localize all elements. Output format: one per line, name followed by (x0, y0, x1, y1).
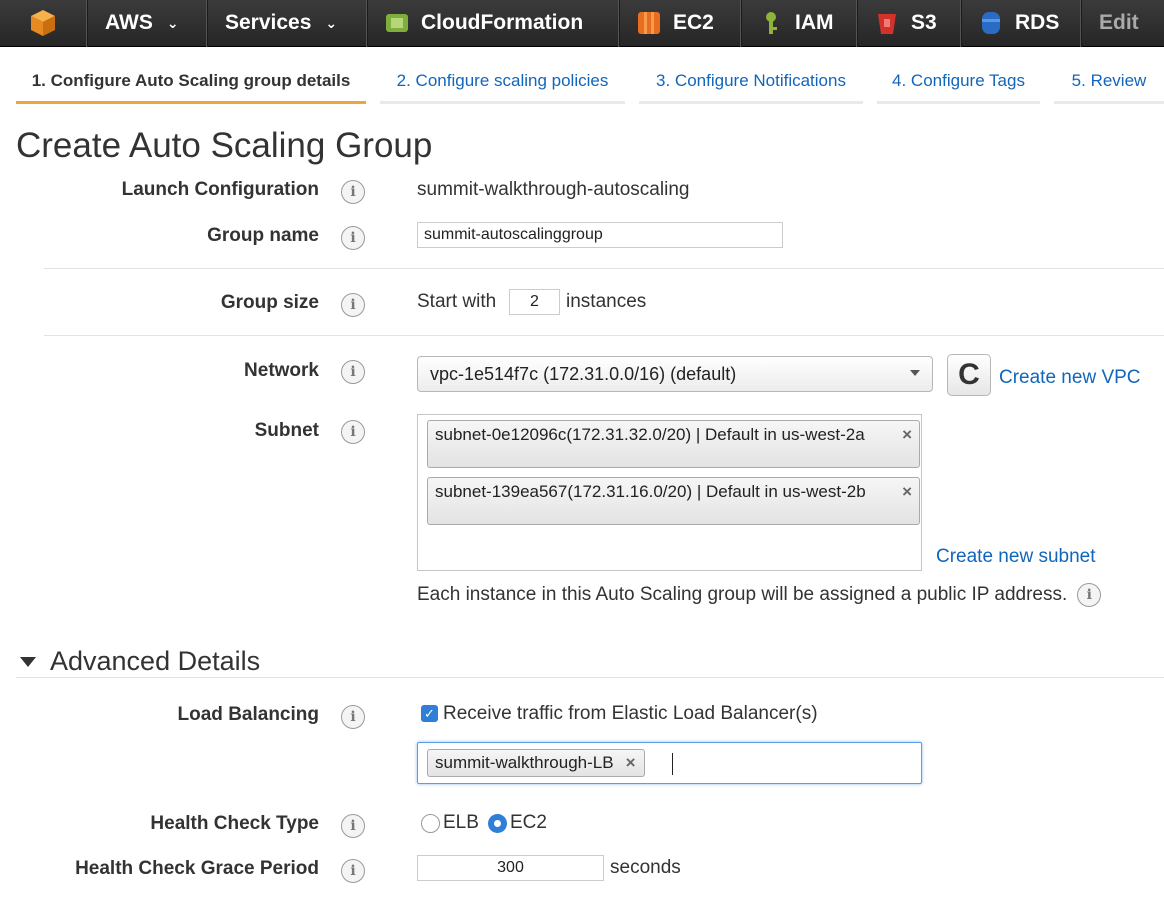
top-nav: AWS ⌄ Services ⌄ CloudFormation EC2 IAM (0, 0, 1164, 47)
network-select[interactable]: vpc-1e514f7c (172.31.0.0/16) (default) (417, 356, 933, 392)
group-size-label: Group size (220, 292, 319, 313)
nav-iam[interactable]: IAM (740, 0, 856, 47)
subnet-label: Subnet (254, 420, 319, 441)
nav-cloudformation[interactable]: CloudFormation (366, 0, 618, 47)
load-balancing-label: Load Balancing (177, 704, 319, 725)
group-size-prefix: Start with (417, 291, 497, 312)
create-new-subnet-link[interactable]: Create new subnet (936, 546, 1096, 568)
wizard-steps: 1. Configure Auto Scaling group details … (0, 60, 1164, 104)
remove-icon[interactable]: × (902, 425, 912, 444)
receive-traffic-checkbox[interactable]: ✓ (421, 705, 438, 722)
public-ip-note-text: Each instance in this Auto Scaling group… (417, 584, 1068, 606)
public-ip-note: Each instance in this Auto Scaling group… (417, 583, 1102, 607)
ec2-icon (638, 12, 660, 34)
subnet-token-label: subnet-0e12096c(172.31.32.0/20) | Defaul… (435, 425, 865, 444)
load-balancer-input[interactable]: summit-walkthrough-LB × (417, 742, 922, 784)
load-balancer-token: summit-walkthrough-LB × (427, 749, 645, 777)
info-icon[interactable]: i (341, 705, 365, 729)
step-notifications[interactable]: 3. Configure Notifications (639, 60, 863, 104)
remove-icon[interactable]: × (626, 753, 636, 773)
remove-icon[interactable]: × (902, 482, 912, 501)
nav-ec2[interactable]: EC2 (618, 0, 740, 47)
network-label: Network (244, 360, 319, 381)
launch-configuration-value: summit-walkthrough-autoscaling (417, 179, 690, 200)
page-title: Create Auto Scaling Group (16, 126, 433, 165)
radio-elb[interactable] (421, 814, 440, 833)
step-scaling-policies[interactable]: 2. Configure scaling policies (380, 60, 625, 104)
s3-label: S3 (911, 11, 937, 34)
grace-period-suffix: seconds (610, 857, 681, 878)
grace-period-input[interactable] (417, 855, 604, 881)
group-name-label: Group name (207, 225, 319, 246)
create-new-vpc-link[interactable]: Create new VPC (999, 367, 1141, 389)
services-menu[interactable]: Services ⌄ (206, 0, 366, 47)
subnet-token: subnet-0e12096c(172.31.32.0/20) | Defaul… (427, 420, 920, 468)
cloudformation-icon (386, 14, 408, 32)
chevron-down-icon: ⌄ (166, 14, 179, 31)
nav-rds[interactable]: RDS (960, 0, 1080, 47)
load-balancer-token-label: summit-walkthrough-LB (435, 753, 614, 772)
info-icon[interactable]: i (1077, 583, 1102, 607)
info-icon[interactable]: i (341, 859, 365, 883)
refresh-button[interactable]: C (947, 354, 991, 396)
iam-label: IAM (795, 11, 834, 34)
account-label: AWS (105, 11, 153, 34)
rds-database-icon (982, 12, 1000, 34)
s3-bucket-icon (878, 14, 896, 34)
nav-edit[interactable]: Edit (1080, 0, 1164, 47)
iam-key-icon (766, 12, 777, 34)
step-review[interactable]: 5. Review (1054, 60, 1164, 104)
radio-ec2-label: EC2 (510, 812, 547, 833)
subnet-multiselect[interactable]: subnet-0e12096c(172.31.32.0/20) | Defaul… (417, 414, 922, 571)
nav-s3[interactable]: S3 (856, 0, 960, 47)
receive-traffic-label: Receive traffic from Elastic Load Balanc… (443, 703, 818, 724)
radio-ec2[interactable] (488, 814, 507, 833)
edit-label: Edit (1099, 11, 1139, 34)
ec2-label: EC2 (673, 11, 714, 34)
caret-down-icon (20, 656, 36, 667)
step-tags[interactable]: 4. Configure Tags (877, 60, 1040, 104)
info-icon[interactable]: i (341, 293, 365, 317)
chevron-down-icon: ⌄ (325, 14, 338, 31)
rds-label: RDS (1015, 11, 1060, 34)
advanced-details-toggle[interactable]: Advanced Details (20, 646, 260, 677)
services-label: Services (225, 11, 312, 34)
step-configure-details[interactable]: 1. Configure Auto Scaling group details (16, 60, 366, 104)
group-size-suffix: instances (566, 291, 647, 312)
network-selected-value: vpc-1e514f7c (172.31.0.0/16) (default) (430, 363, 737, 384)
text-cursor (672, 753, 673, 775)
info-icon[interactable]: i (341, 814, 365, 838)
grace-period-label: Health Check Grace Period (75, 858, 319, 879)
info-icon[interactable]: i (341, 420, 365, 444)
aws-cube-icon (31, 10, 55, 36)
dropdown-arrow-icon (910, 370, 920, 376)
radio-elb-label: ELB (443, 812, 479, 833)
advanced-details-title: Advanced Details (50, 646, 261, 676)
group-size-input[interactable] (509, 289, 560, 315)
subnet-token-label: subnet-139ea567(172.31.16.0/20) | Defaul… (435, 482, 866, 501)
info-icon[interactable]: i (341, 180, 365, 204)
aws-logo[interactable] (0, 0, 86, 47)
launch-configuration-label: Launch Configuration (121, 179, 319, 200)
refresh-icon: C (958, 358, 980, 391)
info-icon[interactable]: i (341, 360, 365, 384)
health-check-type-label: Health Check Type (150, 813, 319, 834)
account-menu[interactable]: AWS ⌄ (86, 0, 206, 47)
subnet-token: subnet-139ea567(172.31.16.0/20) | Defaul… (427, 477, 920, 525)
divider (44, 335, 1164, 336)
group-name-input[interactable] (417, 222, 783, 248)
divider (16, 677, 1164, 678)
divider (44, 268, 1164, 269)
info-icon[interactable]: i (341, 226, 365, 250)
cloudformation-label: CloudFormation (421, 11, 584, 34)
